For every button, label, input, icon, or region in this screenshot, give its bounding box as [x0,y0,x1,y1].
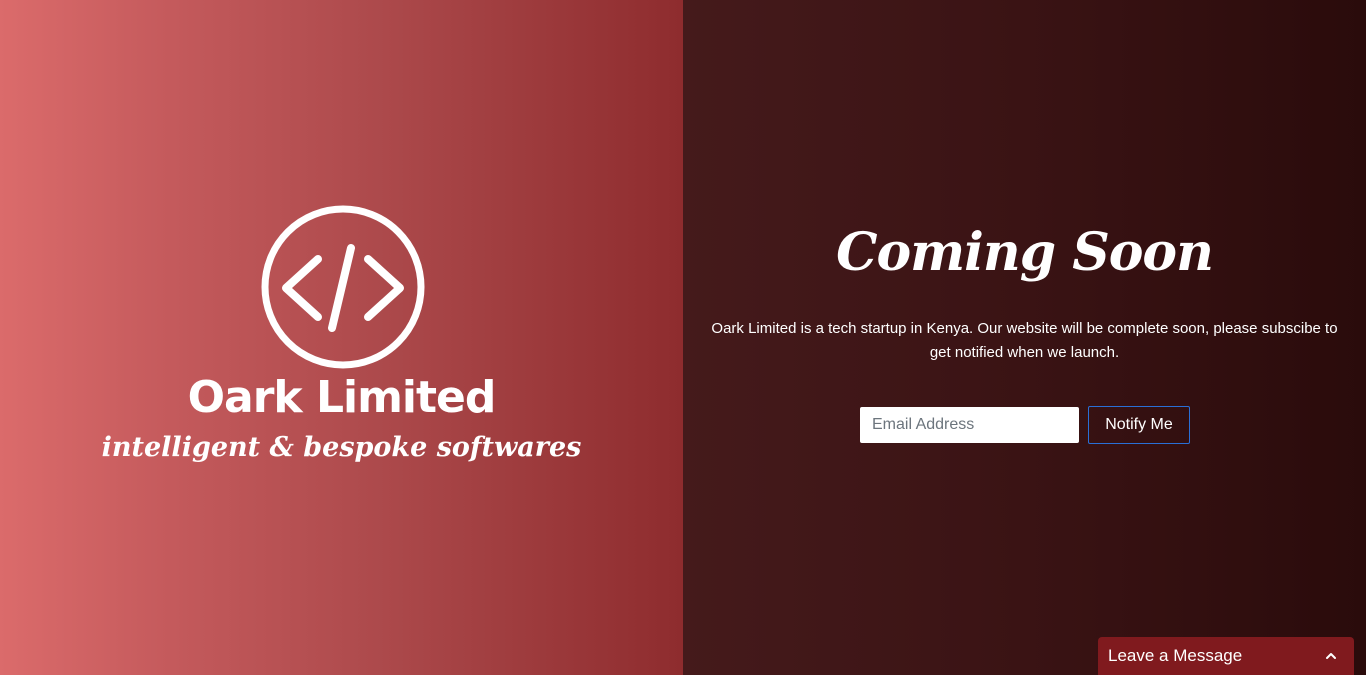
brand-tagline: intelligent & bespoke softwares [101,432,582,463]
leave-message-widget[interactable]: Leave a Message [1098,637,1354,675]
chat-widget-label: Leave a Message [1108,646,1243,665]
page-description: Oark Limited is a tech startup in Kenya.… [711,320,1338,361]
notify-me-button[interactable]: Notify Me [1088,406,1190,444]
code-brackets-icon [261,205,425,369]
email-field[interactable] [860,407,1079,443]
brand-name: Oark Limited [187,372,497,423]
chevron-up-icon[interactable] [1324,649,1338,663]
page-title: Coming Soon [836,222,1214,283]
